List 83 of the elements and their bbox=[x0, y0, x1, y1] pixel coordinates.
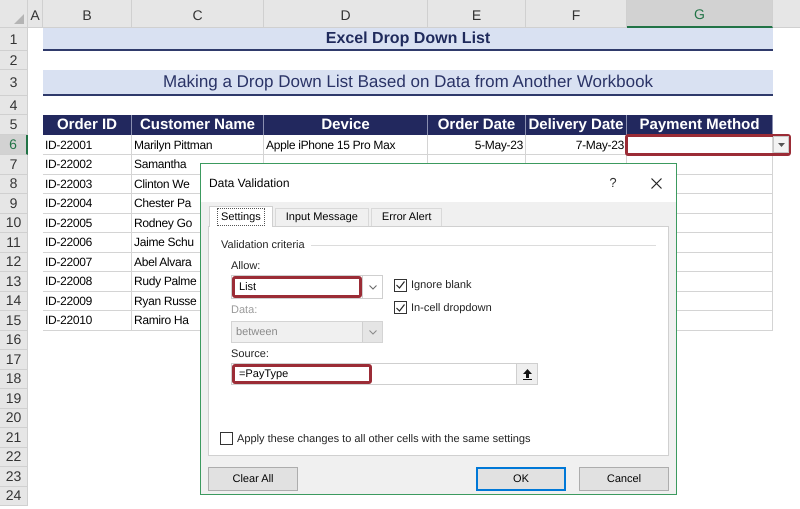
table-cell: ID-22001 bbox=[43, 135, 132, 155]
row-header[interactable]: 15 bbox=[0, 311, 28, 330]
column-header[interactable]: C bbox=[132, 0, 264, 28]
column-heading: Payment Method bbox=[627, 115, 773, 135]
table-cell: 5-May-23 bbox=[428, 135, 526, 155]
row-header[interactable]: 20 bbox=[0, 408, 28, 428]
allow-label: Allow: bbox=[231, 259, 262, 273]
column-header[interactable]: B bbox=[43, 0, 132, 28]
row-header[interactable]: 24 bbox=[0, 486, 28, 506]
column-header[interactable]: E bbox=[428, 0, 526, 28]
dialog-button[interactable]: OK bbox=[476, 467, 566, 491]
row-header[interactable]: 17 bbox=[0, 350, 28, 370]
row-header[interactable]: 7 bbox=[0, 155, 28, 174]
table-cell: ID-22010 bbox=[43, 311, 132, 330]
table-cell: ID-22004 bbox=[43, 194, 132, 214]
collapse-button[interactable] bbox=[516, 364, 537, 384]
row-header[interactable]: 5 bbox=[0, 115, 28, 135]
column-heading: Delivery Date bbox=[526, 115, 627, 135]
checkbox-label[interactable]: Apply these changes to all other cells with the same settings bbox=[237, 430, 530, 447]
row-header[interactable]: 11 bbox=[0, 233, 28, 252]
column-header[interactable]: F bbox=[526, 0, 627, 28]
row-header[interactable]: 21 bbox=[0, 428, 28, 448]
header-strip bbox=[773, 0, 800, 28]
source-field[interactable]: =PayType bbox=[231, 363, 538, 385]
caret-icon bbox=[778, 142, 784, 146]
column-header[interactable]: D bbox=[264, 0, 428, 28]
checkmark-icon bbox=[396, 304, 405, 312]
dialog-tab[interactable]: Settings bbox=[209, 206, 273, 227]
table-cell: 7-May-23 bbox=[526, 135, 627, 155]
row-header[interactable]: 12 bbox=[0, 252, 28, 272]
row-header[interactable]: 13 bbox=[0, 272, 28, 292]
close-icon bbox=[650, 178, 662, 188]
dialog-button[interactable]: Clear All bbox=[208, 467, 298, 491]
row-header[interactable]: 22 bbox=[0, 448, 28, 467]
caret-icon bbox=[368, 330, 376, 334]
upload-arrow-icon bbox=[522, 368, 532, 380]
dialog-button[interactable]: Cancel bbox=[579, 467, 669, 491]
table-cell: Marilyn Pittman bbox=[132, 135, 264, 155]
allow-value: List bbox=[232, 276, 362, 298]
table-cell: ID-22008 bbox=[43, 272, 132, 292]
column-heading: Device bbox=[264, 115, 428, 135]
row-header[interactable]: 19 bbox=[0, 389, 28, 408]
column-heading: Customer Name bbox=[132, 115, 264, 135]
table-cell: ID-22002 bbox=[43, 155, 132, 174]
table-cell: ID-22007 bbox=[43, 252, 132, 272]
row-header[interactable]: 6 bbox=[0, 135, 28, 155]
checkbox[interactable] bbox=[394, 278, 407, 292]
row-header[interactable]: 18 bbox=[0, 370, 28, 389]
row-header[interactable]: 10 bbox=[0, 214, 28, 233]
checkmark-icon bbox=[396, 281, 405, 290]
table-cell: Apple iPhone 15 Pro Max bbox=[264, 135, 428, 155]
row-header[interactable]: 16 bbox=[0, 330, 28, 350]
table-cell: ID-22005 bbox=[43, 214, 132, 233]
sheet-title: Excel Drop Down List bbox=[43, 28, 773, 51]
checkbox[interactable] bbox=[220, 432, 233, 446]
help-button[interactable]: ? bbox=[590, 173, 636, 193]
source-label: Source: bbox=[231, 347, 270, 361]
checkbox-label[interactable]: Ignore blank bbox=[411, 277, 472, 294]
table-cell: ID-22003 bbox=[43, 174, 132, 194]
column-heading: Order Date bbox=[428, 115, 526, 135]
column-header[interactable]: A bbox=[28, 0, 43, 28]
dialog-tab[interactable]: Input Message bbox=[274, 208, 369, 226]
column-heading: Order ID bbox=[43, 115, 132, 135]
caret-icon bbox=[368, 284, 376, 290]
checkbox-label[interactable]: In-cell dropdown bbox=[411, 300, 492, 316]
dropdown-arrow-button[interactable] bbox=[773, 136, 789, 153]
column-header[interactable]: G bbox=[627, 0, 773, 28]
table-cell: ID-22009 bbox=[43, 292, 132, 311]
sheet-subtitle: Making a Drop Down List Based on Data from Another Workbook bbox=[43, 70, 773, 96]
dialog-tab[interactable]: Error Alert bbox=[370, 208, 442, 226]
row-header[interactable]: 23 bbox=[0, 467, 28, 486]
source-value: =PayType bbox=[232, 364, 372, 384]
row-header[interactable]: 2 bbox=[0, 51, 28, 70]
row-header[interactable]: 1 bbox=[0, 28, 28, 51]
triangle-icon bbox=[14, 14, 24, 24]
row-header[interactable]: 8 bbox=[0, 174, 28, 194]
checkbox[interactable] bbox=[394, 301, 407, 314]
row-header[interactable]: 4 bbox=[0, 96, 28, 115]
row-header[interactable]: 14 bbox=[0, 292, 28, 311]
row-header[interactable]: 3 bbox=[0, 70, 28, 96]
row-header[interactable]: 9 bbox=[0, 194, 28, 214]
table-cell: ID-22006 bbox=[43, 233, 132, 252]
allow-dropdown[interactable]: List bbox=[231, 275, 383, 299]
